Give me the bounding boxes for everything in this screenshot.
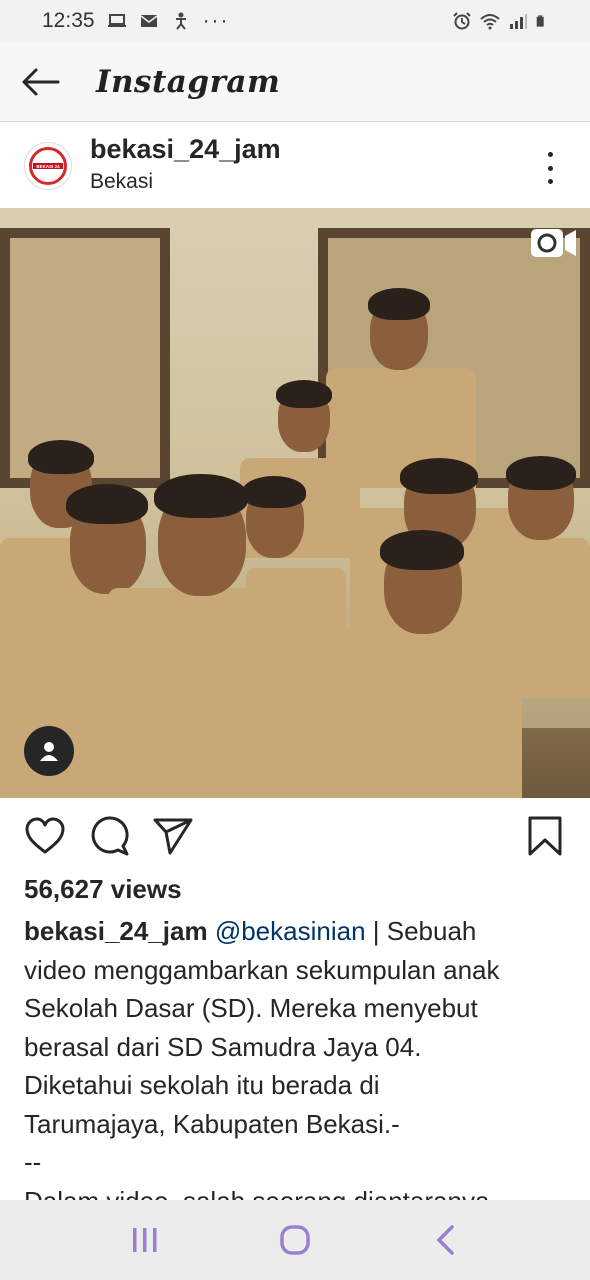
more-dot [547, 152, 553, 157]
avatar[interactable]: BEKASI 24 [24, 142, 72, 190]
video-figure [400, 458, 478, 494]
system-back-button[interactable] [415, 1210, 475, 1270]
caption-line: Diketahui sekolah itu berada di [24, 1070, 380, 1100]
video-figure [494, 538, 590, 698]
post-header: BEKASI 24 bekasi_24_jam Bekasi [0, 122, 590, 208]
battery-icon [536, 15, 544, 27]
video-figure [322, 628, 522, 798]
avatar-logo: BEKASI 24 [29, 147, 67, 185]
status-more-dots: ··· [202, 9, 230, 32]
laptop-icon [107, 14, 126, 27]
wifi-icon [480, 14, 500, 30]
video-figure [276, 380, 332, 408]
caption-line: Dalam video, salah seorang diantaranya [24, 1182, 572, 1201]
home-icon [280, 1225, 310, 1255]
back-chevron-icon [437, 1225, 454, 1255]
recent-apps-icon [133, 1228, 157, 1252]
signal-icon [510, 14, 527, 29]
view-count[interactable]: 56,627 views [24, 874, 182, 905]
status-bar: 12:35 ··· [0, 0, 590, 42]
post-video[interactable] [0, 208, 590, 798]
caption-line: video menggambarkan sekumpulan anak [24, 954, 500, 985]
back-button[interactable] [0, 42, 80, 122]
post-location[interactable]: Bekasi [90, 170, 153, 194]
bookmark-icon [528, 816, 562, 856]
home-button[interactable] [265, 1210, 325, 1270]
send-icon [153, 818, 193, 855]
more-dot [547, 179, 553, 184]
video-figure [380, 530, 464, 570]
app-bar: Instagram [0, 42, 590, 122]
status-time: 12:35 [42, 9, 95, 32]
save-button[interactable] [524, 815, 566, 857]
video-figure [368, 288, 430, 320]
system-nav-bar [0, 1200, 590, 1280]
alarm-icon [453, 12, 471, 30]
arrow-left-icon [22, 68, 60, 95]
share-button[interactable] [152, 815, 194, 857]
caption-line: Tarumajaya, Kabupaten Bekasi.- [24, 1108, 400, 1139]
heart-icon [25, 817, 65, 854]
caption-line: bekasi_24_jam @bekasinian | Sebuah [24, 912, 572, 951]
more-dot [547, 165, 553, 171]
accessibility-icon [175, 12, 186, 30]
more-options-button[interactable] [536, 148, 564, 188]
video-figure [242, 476, 306, 508]
video-figure [154, 474, 248, 518]
user-tag-icon [40, 742, 58, 761]
app-title: Instagram [96, 63, 281, 100]
mail-icon [140, 15, 158, 27]
caption-line: Sekolah Dasar (SD). Mereka menyebut [24, 993, 478, 1023]
post-username[interactable]: bekasi_24_jam [90, 134, 281, 165]
like-button[interactable] [24, 815, 66, 857]
video-figure [28, 440, 94, 474]
comment-icon [91, 816, 129, 856]
caption-mention[interactable]: @bekasinian [215, 916, 366, 946]
video-camera-icon [531, 229, 576, 257]
comment-button[interactable] [88, 815, 130, 857]
video-figure [506, 456, 576, 490]
post-caption: bekasi_24_jam @bekasinian | Sebuah video… [24, 912, 572, 1200]
tag-users-button[interactable] [24, 726, 74, 776]
svg-text:BEKASI 24: BEKASI 24 [36, 164, 60, 169]
caption-line: -- [24, 1147, 42, 1177]
recent-apps-button[interactable] [115, 1210, 175, 1270]
caption-text: | Sebuah [365, 916, 477, 946]
video-figure [66, 484, 148, 524]
caption-username[interactable]: bekasi_24_jam [24, 916, 208, 946]
caption-line: berasal dari SD Samudra Jaya 04. [24, 1031, 422, 1062]
avatar-logo-mark: BEKASI 24 [33, 163, 63, 169]
post-actions [0, 798, 590, 874]
